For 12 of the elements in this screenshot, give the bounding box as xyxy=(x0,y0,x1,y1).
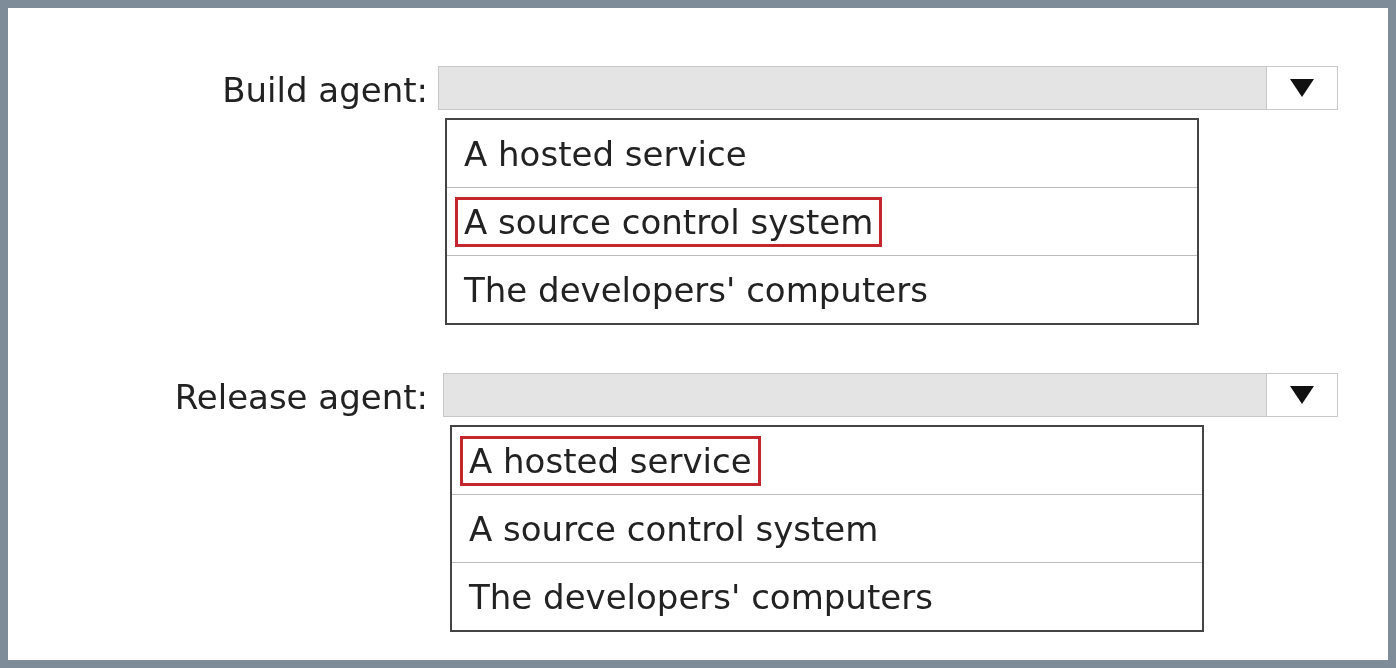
dropdown[interactable] xyxy=(438,66,1338,110)
option-item[interactable]: A source control system xyxy=(460,503,888,554)
option-item[interactable]: A source control system xyxy=(455,196,883,247)
field-label: Build agent: xyxy=(221,69,428,112)
caret-icon xyxy=(1290,79,1314,97)
dropdown[interactable] xyxy=(443,373,1338,417)
option-item[interactable]: A hosted service xyxy=(460,435,761,486)
option-item[interactable]: The developers' computers xyxy=(460,571,942,622)
field-label: Release agent: xyxy=(173,376,428,419)
option-item[interactable]: A hosted service xyxy=(455,128,756,179)
option-item[interactable]: The developers' computers xyxy=(455,264,937,315)
caret-icon xyxy=(1290,386,1314,404)
